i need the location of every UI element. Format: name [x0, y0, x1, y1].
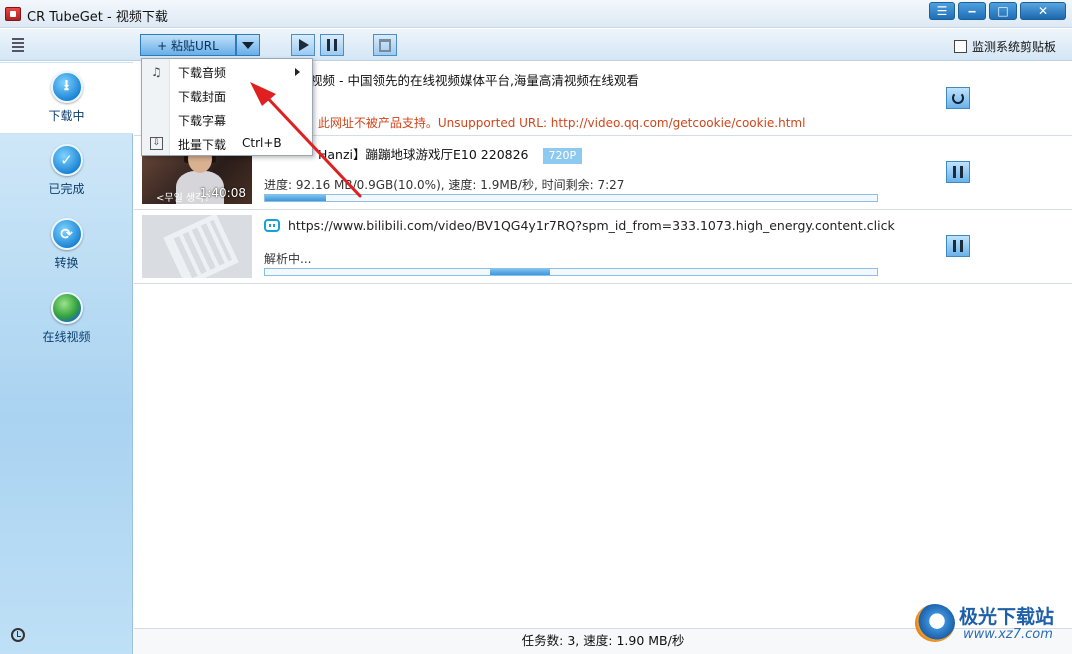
menu-item-download-subtitle[interactable]: 下载字幕	[142, 108, 312, 132]
minimize-button[interactable]: ‒	[958, 2, 986, 20]
menu-item-download-audio[interactable]: ♫ 下载音频	[142, 60, 312, 84]
download-title: 视频 - 中国领先的在线视频媒体平台,海量高清视频在线观看	[310, 73, 639, 88]
list-item[interactable]: https://www.bilibili.com/video/BV1QG4y1r…	[134, 210, 1072, 284]
sidebar-item-convert[interactable]: ⟳ 转换	[0, 210, 133, 282]
retry-button[interactable]	[946, 87, 970, 109]
sidebar-item-online-video[interactable]: 在线视频	[0, 284, 133, 356]
paste-dropdown-button[interactable]	[236, 34, 260, 56]
download-title: Hanzi】蹦蹦地球游戏厅E10 220826 720P	[318, 144, 583, 164]
sidebar-item-completed[interactable]: ✓ 已完成	[0, 136, 133, 208]
app-logo-icon	[5, 7, 21, 21]
sidebar-item-downloading[interactable]: ⭳ 下载中	[0, 62, 133, 134]
menu-item-label: 批量下载	[178, 138, 227, 152]
monitor-clipboard-checkbox[interactable]	[953, 40, 967, 53]
window-controls: ☰ ‒ □ ✕	[929, 2, 1066, 20]
bilibili-icon	[264, 219, 280, 232]
watermark: 极光下载站 www.xz7.com	[915, 600, 1065, 650]
refresh-icon	[952, 92, 964, 104]
menu-icon[interactable]: ☰	[929, 2, 955, 20]
progress-indeterminate	[490, 269, 550, 275]
parse-status: 解析中...	[264, 252, 312, 266]
monitor-clipboard-option[interactable]: 监测系统剪贴板	[953, 38, 1056, 55]
pause-icon	[953, 166, 963, 178]
pause-icon	[327, 39, 337, 51]
pause-button[interactable]	[946, 161, 970, 183]
progress-text: 进度: 92.16 MB/0.9GB(10.0%), 速度: 1.9MB/秒, …	[264, 178, 625, 192]
menu-item-label: 下载封面	[178, 90, 227, 104]
globe-icon	[50, 292, 83, 324]
maximize-button[interactable]: □	[989, 2, 1017, 20]
trash-icon	[379, 38, 391, 52]
start-all-button[interactable]	[291, 34, 315, 56]
menu-item-shortcut: Ctrl+B	[242, 136, 282, 150]
close-button[interactable]: ✕	[1020, 2, 1066, 20]
download-icon: ⭳	[50, 71, 83, 103]
music-note-icon: ♫	[151, 65, 162, 79]
toolbar: + 粘贴URL 监测系统剪贴板	[0, 29, 1072, 61]
sidebar-item-label: 在线视频	[42, 330, 91, 344]
paste-dropdown-menu: ♫ 下载音频 下载封面 下载字幕 ⇩ 批量下载 Ctrl+B	[141, 58, 313, 156]
check-icon: ✓	[50, 144, 83, 176]
film-icon	[163, 215, 239, 278]
video-duration: 1:40:08	[199, 186, 246, 200]
batch-download-icon: ⇩	[150, 137, 163, 150]
window-title: CR TubeGet - 视频下载	[27, 10, 168, 25]
watermark-logo-icon	[915, 604, 955, 642]
sidebar-item-label: 转换	[54, 256, 79, 270]
menu-item-label: 下载字幕	[178, 114, 227, 128]
title-bar: CR TubeGet - 视频下载 ☰ ‒ □ ✕	[0, 0, 1072, 28]
delete-button[interactable]	[373, 34, 397, 56]
progress-bar	[264, 268, 878, 276]
video-thumbnail-placeholder	[142, 215, 252, 278]
quality-badge: 720P	[542, 147, 583, 164]
paste-url-button[interactable]: + 粘贴URL	[140, 34, 236, 56]
progress-fill	[265, 195, 327, 201]
download-url: https://www.bilibili.com/video/BV1QG4y1r…	[288, 218, 895, 233]
convert-icon: ⟳	[50, 218, 83, 250]
monitor-clipboard-label: 监测系统剪贴板	[971, 40, 1056, 54]
clock-icon[interactable]	[11, 628, 25, 642]
download-error: : 此网址不被产品支持。Unsupported URL: http://vide…	[310, 116, 806, 130]
watermark-name: 极光下载站	[959, 606, 1055, 628]
sidebar-item-label: 下载中	[48, 109, 85, 123]
watermark-url: www.xz7.com	[963, 627, 1053, 642]
pause-icon	[953, 240, 963, 252]
menu-item-download-cover[interactable]: 下载封面	[142, 84, 312, 108]
list-view-icon[interactable]	[12, 38, 24, 52]
play-icon	[299, 39, 309, 51]
progress-bar	[264, 194, 878, 202]
sidebar: ⭳ 下载中 ✓ 已完成 ⟳ 转换 在线视频	[0, 62, 133, 654]
menu-item-batch-download[interactable]: ⇩ 批量下载 Ctrl+B	[142, 132, 312, 156]
chevron-down-icon	[242, 41, 254, 49]
pause-all-button[interactable]	[320, 34, 344, 56]
sidebar-item-label: 已完成	[48, 182, 85, 196]
menu-item-label: 下载音频	[178, 66, 227, 80]
pause-button[interactable]	[946, 235, 970, 257]
submenu-arrow-icon	[295, 68, 300, 76]
